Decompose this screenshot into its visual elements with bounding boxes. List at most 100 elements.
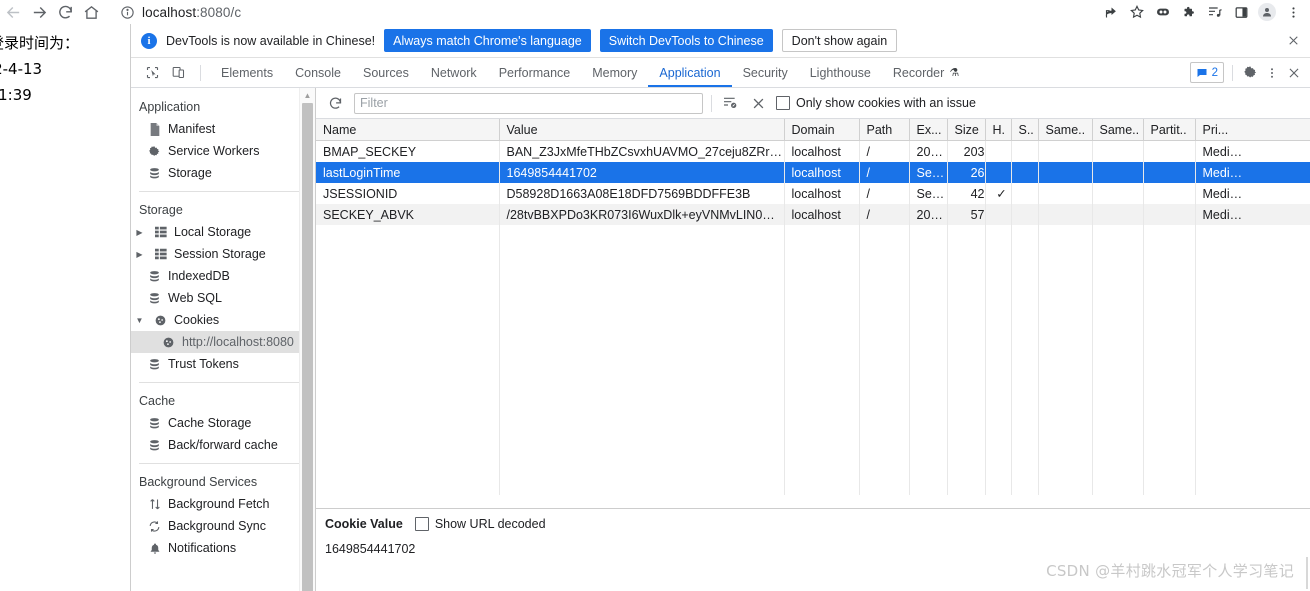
reading-list-icon[interactable]	[1202, 0, 1228, 24]
reload-icon[interactable]	[52, 0, 78, 24]
filter-input[interactable]	[354, 92, 703, 114]
dont-show-again-button[interactable]: Don't show again	[781, 29, 898, 52]
cookie-value-text: 1649854441702	[325, 542, 416, 556]
tab-application[interactable]: Application	[648, 59, 732, 87]
sidebar-item-cache-storage[interactable]: Cache Storage	[131, 412, 315, 434]
sidebar-item-cookies[interactable]: ▼ Cookies	[131, 309, 315, 331]
column-header-name[interactable]: Name	[316, 119, 500, 141]
tab-elements[interactable]: Elements	[210, 59, 284, 87]
devtools-body: Application Manifest Service Workers Sto…	[131, 88, 1310, 591]
tab-security[interactable]: Security	[732, 59, 799, 87]
star-icon[interactable]	[1124, 0, 1150, 24]
cookie-detail-header: Cookie Value Show URL decoded	[316, 509, 1310, 539]
sidebar-section-background-services: Background Services	[139, 475, 258, 489]
issues-counter-button[interactable]: 2	[1189, 62, 1224, 83]
column-header-path[interactable]: Path	[859, 119, 910, 141]
column-header-size[interactable]: Size	[947, 119, 986, 141]
gear-icon[interactable]	[1239, 62, 1261, 84]
sidebar-item-background-fetch[interactable]: Background Fetch	[131, 493, 315, 515]
back-arrow-icon[interactable]	[0, 0, 26, 24]
home-icon[interactable]	[78, 0, 104, 24]
close-icon[interactable]	[1283, 31, 1303, 51]
tab-memory[interactable]: Memory	[581, 59, 648, 87]
device-toolbar-icon[interactable]	[165, 60, 191, 85]
inspect-cursor-icon[interactable]	[139, 60, 165, 85]
sidebar-item-service-workers[interactable]: Service Workers	[131, 140, 315, 162]
checkbox-box[interactable]	[414, 517, 429, 531]
table-header-row: Name Value Domain Path Ex... Size H. S..…	[316, 119, 1310, 141]
tab-label: Performance	[498, 65, 571, 80]
sidebar-item-cookie-origin[interactable]: http://localhost:8080	[131, 331, 315, 353]
checkbox-box[interactable]	[776, 96, 790, 110]
sidebar-item-back-forward-cache[interactable]: Back/forward cache	[131, 434, 315, 456]
table-row[interactable]: SECKEY_ABVK /28tvBBXPDo3KR073I6WuxDlk+ey…	[316, 204, 1310, 225]
column-header-partition[interactable]: Partit..	[1143, 119, 1196, 141]
side-panel-icon[interactable]	[1228, 0, 1254, 24]
devtools-window: i DevTools is now available in Chinese! …	[130, 24, 1310, 591]
omnibox[interactable]: localhost:8080/c	[112, 2, 1098, 22]
three-dots-icon[interactable]	[1261, 62, 1283, 84]
sidebar-item-web-sql[interactable]: Web SQL	[131, 287, 315, 309]
cookies-table-container[interactable]: Name Value Domain Path Ex... Size H. S..…	[316, 119, 1310, 509]
tab-recorder[interactable]: Recorder ⚗	[882, 59, 970, 87]
column-header-domain[interactable]: Domain	[784, 119, 860, 141]
sidebar-item-trust-tokens[interactable]: Trust Tokens	[131, 353, 315, 375]
cell-secure	[1011, 140, 1039, 162]
show-url-decoded-checkbox[interactable]: Show URL decoded	[414, 517, 546, 531]
cell-value: BAN_Z3JxMfeTHbZCsvxhUAVMO_27ceju8ZRr…	[499, 140, 785, 162]
scroll-up-arrow-icon[interactable]: ▲	[300, 88, 315, 103]
url-text: localhost:8080/c	[142, 4, 242, 20]
filler-cell	[1011, 225, 1039, 495]
column-header-httponly[interactable]: H.	[985, 119, 1012, 141]
chevron-right-icon[interactable]: ▶	[135, 250, 144, 259]
table-row[interactable]: JSESSIONID D58928D1663A08E18DFD7569BDDFF…	[316, 183, 1310, 204]
forward-arrow-icon[interactable]	[26, 0, 52, 24]
refresh-icon[interactable]	[324, 92, 346, 114]
cell-name: JSESSIONID	[316, 183, 500, 204]
table-row[interactable]: BMAP_SECKEY BAN_Z3JxMfeTHbZCsvxhUAVMO_27…	[316, 140, 1310, 162]
sidebar-item-indexeddb[interactable]: IndexedDB	[131, 265, 315, 287]
column-header-expires[interactable]: Ex...	[909, 119, 948, 141]
switch-devtools-to-chinese-button[interactable]: Switch DevTools to Chinese	[599, 29, 773, 52]
tab-performance[interactable]: Performance	[488, 59, 582, 87]
table-row[interactable]: lastLoginTime 1649854441702 localhost / …	[316, 162, 1310, 183]
sidebar-item-local-storage[interactable]: ▶ Local Storage	[131, 221, 315, 243]
database-icon	[147, 416, 162, 431]
clear-all-icon[interactable]	[748, 93, 768, 113]
sidebar-item-notifications[interactable]: Notifications	[131, 537, 315, 559]
sidebar-item-label: Background Sync	[168, 519, 266, 533]
chevron-down-icon[interactable]: ▼	[135, 316, 144, 325]
puzzle-icon[interactable]	[1176, 0, 1202, 24]
column-header-value[interactable]: Value	[499, 119, 785, 141]
clear-filter-icon[interactable]	[720, 93, 740, 113]
column-header-sameparty[interactable]: Same..	[1092, 119, 1144, 141]
share-icon[interactable]	[1098, 0, 1124, 24]
tab-network[interactable]: Network	[420, 59, 488, 87]
cookies-toolbar: Only show cookies with an issue	[316, 88, 1310, 119]
column-header-samesite[interactable]: Same..	[1038, 119, 1093, 141]
avatar-icon[interactable]	[1254, 0, 1280, 24]
sidebar-scrollbar[interactable]: ▲	[299, 88, 315, 591]
cookie-value-title: Cookie Value	[325, 517, 403, 531]
database-icon	[147, 291, 162, 306]
sidebar-item-background-sync[interactable]: Background Sync	[131, 515, 315, 537]
scrollbar-thumb[interactable]	[302, 103, 313, 591]
sidebar-item-storage[interactable]: Storage	[131, 162, 315, 184]
only-issues-checkbox[interactable]: Only show cookies with an issue	[776, 96, 976, 110]
sidebar-item-session-storage[interactable]: ▶ Session Storage	[131, 243, 315, 265]
extension-dark-icon[interactable]	[1150, 0, 1176, 24]
tab-console[interactable]: Console	[284, 59, 352, 87]
always-match-language-button[interactable]: Always match Chrome's language	[384, 29, 591, 52]
only-issues-label: Only show cookies with an issue	[796, 96, 976, 110]
cell-size: 203	[947, 140, 986, 162]
tab-sources[interactable]: Sources	[352, 59, 420, 87]
sidebar-item-label: Trust Tokens	[168, 357, 239, 371]
column-header-secure[interactable]: S..	[1011, 119, 1039, 141]
tab-lighthouse[interactable]: Lighthouse	[799, 59, 882, 87]
chevron-right-icon[interactable]: ▶	[135, 228, 144, 237]
sidebar-item-manifest[interactable]: Manifest	[131, 118, 315, 140]
three-dots-icon[interactable]	[1280, 0, 1306, 24]
column-header-priority[interactable]: Pri...	[1195, 119, 1310, 141]
close-icon[interactable]	[1283, 62, 1305, 84]
info-circle-icon[interactable]	[120, 5, 135, 20]
